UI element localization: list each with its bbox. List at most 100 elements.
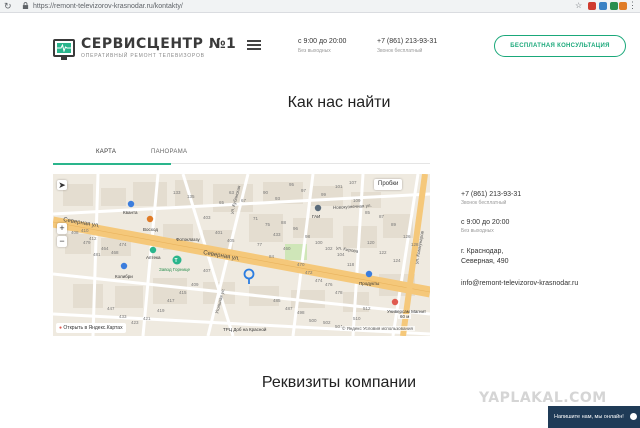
header-hours-note: Без выходных [298, 48, 331, 54]
watermark: YAPLAKAL.COM [479, 390, 607, 406]
logo-title[interactable]: СЕРВИСЦЕНТР №1 [81, 36, 236, 52]
house-number: 415 [179, 290, 187, 295]
house-number: 447 [107, 306, 115, 311]
poi-label: ГАИ [312, 214, 320, 219]
house-number: 419 [157, 308, 165, 313]
contact-phone-value[interactable]: +7 (861) 213-93-31 [461, 190, 578, 200]
house-number: 104 [337, 252, 345, 257]
active-tab-indicator [53, 163, 171, 165]
house-number: 118 [347, 262, 355, 267]
bookmark-star-icon[interactable]: ☆ [575, 1, 582, 10]
house-number: 412 [89, 236, 97, 241]
house-number: 135 [187, 194, 195, 199]
map-tabs: Карта Панорама [53, 147, 430, 164]
extension-icon-3[interactable] [610, 2, 618, 10]
house-number: 101 [335, 184, 343, 189]
house-number: 460 [283, 246, 291, 251]
house-number: 500 [309, 318, 317, 323]
online-chat-widget[interactable]: Напишите нам, мы онлайн! [548, 406, 640, 428]
house-number: 401 [215, 230, 223, 235]
contact-address: г. Краснодар, Северная, 490 [461, 247, 578, 267]
header-phone: +7 (861) 213-93-31 Звонок бесплатный [377, 38, 437, 54]
logo-subtitle: оперативный ремонт телевизоров [81, 53, 205, 59]
house-number: 408 [71, 230, 79, 235]
hamburger-menu-icon[interactable] [247, 40, 261, 50]
contact-phone-note: Звонок бесплатный [461, 200, 507, 206]
contact-street: Северная, 490 [461, 258, 509, 265]
house-number: 90 [263, 190, 269, 195]
house-number: 510 [353, 316, 361, 321]
zoom-in-button[interactable]: + [57, 223, 67, 234]
header-phone-note: Звонок бесплатный [377, 48, 423, 54]
house-number: 478 [335, 290, 343, 295]
house-number: 99 [321, 192, 327, 197]
house-number: 407 [203, 268, 211, 273]
extension-icon-1[interactable] [588, 2, 596, 10]
contact-email-value[interactable]: info@remont-televizorov-krasnodar.ru [461, 279, 578, 289]
house-number: 93 [275, 196, 281, 201]
house-number: 128 [411, 242, 419, 247]
house-number: 75 [265, 222, 271, 227]
contacts-panel: +7 (861) 213-93-31 Звонок бесплатный с 9… [461, 190, 578, 297]
house-number: 133 [173, 190, 181, 195]
page-title: Как нас найти [287, 94, 391, 111]
reload-icon[interactable]: ↻ [4, 1, 12, 12]
free-consultation-button[interactable]: Бесплатная консультация [494, 35, 626, 57]
browser-toolbar: ↻ https://remont-televizorov-krasnodar.r… [0, 0, 640, 13]
house-number: 464 [101, 246, 109, 251]
house-number: 107 [349, 180, 357, 185]
address-bar[interactable]: https://remont-televizorov-krasnodar.ru/… [22, 1, 578, 12]
house-number: 417 [167, 298, 175, 303]
house-number: 474 [315, 278, 323, 283]
zoom-out-button[interactable]: − [57, 236, 67, 247]
address-url: https://remont-televizorov-krasnodar.ru/… [33, 3, 183, 10]
house-number: 122 [379, 250, 387, 255]
poi-label: Аптека [146, 255, 161, 260]
poi-label: Фотоклаззу [176, 237, 200, 242]
house-number: 468 [111, 250, 119, 255]
contact-email: info@remont-televizorov-krasnodar.ru [461, 279, 578, 289]
house-number: 100 [315, 240, 323, 245]
house-number: 67 [241, 198, 247, 203]
house-number: 409 [191, 282, 199, 287]
house-number: 97 [301, 188, 307, 193]
lock-icon [22, 2, 29, 9]
house-number: 433 [273, 232, 281, 237]
header-hours: с 9:00 до 20:00 Без выходных [298, 38, 346, 54]
header-phone-value[interactable]: +7 (861) 213-93-31 [377, 38, 437, 45]
traffic-label: Пробки [378, 181, 399, 187]
house-number: 476 [325, 282, 333, 287]
poi-label: ТРЦ Доб на Красной [223, 326, 267, 332]
locate-me-icon[interactable]: ➤ [57, 180, 67, 190]
house-number: 96 [293, 226, 299, 231]
house-number: 98 [305, 234, 311, 239]
open-in-yandex-label: Открыть в Яндекс.Картах [63, 325, 123, 331]
house-number: 102 [325, 246, 333, 251]
poi-label: Кванта [123, 210, 138, 215]
extension-icon-4[interactable] [619, 2, 627, 10]
map-copyright[interactable]: © Яндекс Условия использования [340, 326, 415, 331]
chat-label: Напишите нам, мы онлайн! [554, 414, 624, 420]
house-number: 512 [363, 306, 371, 311]
house-number: 502 [323, 320, 331, 325]
yandex-map[interactable]: Северная ул. Северная ул. Новокузнечная … [53, 174, 430, 336]
browser-menu-icon[interactable]: ⋮ [628, 0, 637, 11]
house-number: 474 [119, 242, 127, 247]
house-number: 485 [273, 298, 281, 303]
traffic-button[interactable]: Пробки [374, 179, 403, 190]
house-number: 126 [403, 234, 411, 239]
contact-hours-note: Без выходных [461, 228, 494, 234]
open-in-yandex-link[interactable]: ● Открыть в Яндекс.Картах [56, 323, 126, 333]
house-number: 405 [227, 238, 235, 243]
house-number: 498 [297, 310, 305, 315]
extension-icon-2[interactable] [599, 2, 607, 10]
tab-panorama[interactable]: Панорама [151, 149, 187, 155]
svg-text:T: T [175, 258, 178, 264]
house-number: 433 [119, 314, 127, 319]
house-number: 89 [391, 222, 397, 227]
tab-map[interactable]: Карта [96, 149, 116, 155]
poi-label: Завод Горнице [159, 267, 191, 272]
map-pin-icon: ● [59, 325, 63, 331]
house-number: 487 [285, 306, 293, 311]
tv-logo-icon[interactable] [53, 39, 75, 60]
